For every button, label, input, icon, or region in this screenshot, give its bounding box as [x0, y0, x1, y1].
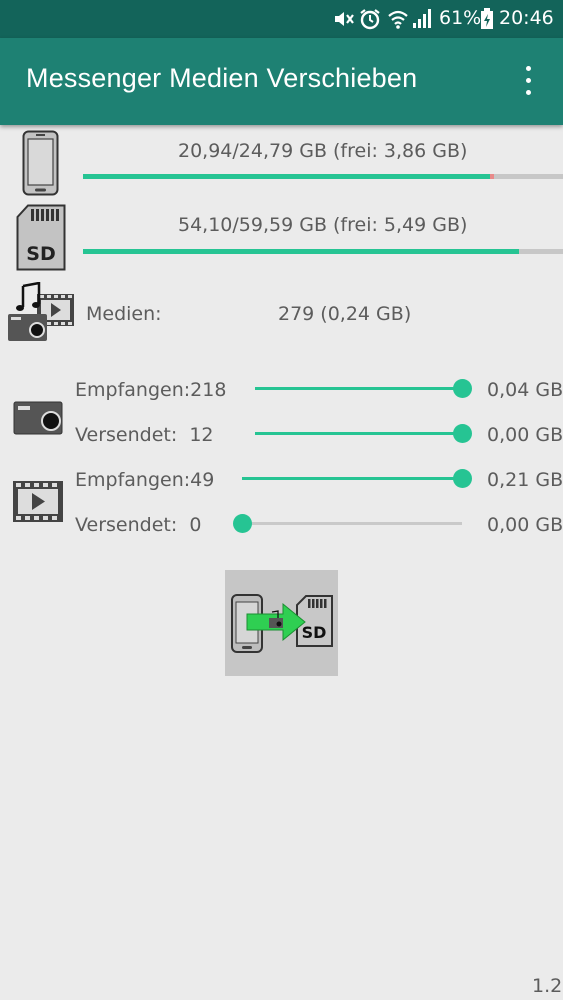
media-label: Medien: [86, 303, 162, 325]
signal-icon [413, 9, 431, 28]
svg-text:SD: SD [302, 623, 327, 642]
sd-storage-bar [83, 249, 563, 254]
app-toolbar: Messenger Medien Verschieben [0, 38, 563, 125]
app-title: Messenger Medien Verschieben [26, 63, 418, 93]
wifi-icon [388, 10, 408, 29]
sd-storage-label: 54,10/59,59 GB (frei: 5,49 GB) [178, 214, 468, 236]
videos-received-label: Empfangen:49 [75, 469, 215, 491]
videos-sent-size: 0,00 GB [487, 514, 563, 536]
videos-received-size: 0,21 GB [487, 469, 563, 491]
images-sent-label: Versendet: 12 [75, 424, 214, 446]
sd-storage-used [83, 249, 519, 254]
internal-storage-marker [489, 174, 495, 179]
battery-percent: 61% [439, 7, 482, 29]
more-vert-icon[interactable] [517, 64, 541, 98]
clock: 20:46 [499, 7, 554, 29]
internal-storage-label: 20,94/24,79 GB (frei: 3,86 GB) [178, 140, 468, 162]
internal-storage-used [83, 174, 490, 179]
images-received-slider[interactable] [255, 379, 472, 398]
videos-sent-slider-thumb[interactable] [233, 514, 252, 533]
media-icon [8, 282, 74, 341]
videos-received-slider-fill [242, 477, 462, 480]
camera-icon [13, 401, 63, 435]
images-sent-slider[interactable] [255, 424, 472, 443]
videos-received-slider[interactable] [242, 469, 472, 488]
battery-icon [481, 8, 493, 29]
svg-text:SD: SD [26, 243, 55, 265]
move-to-sd-icon: SD [231, 594, 333, 653]
app-version: 1.2 [532, 975, 563, 997]
mute-icon [335, 12, 354, 26]
move-to-sd-button[interactable]: SD [225, 570, 338, 676]
images-sent-slider-thumb[interactable] [453, 424, 472, 443]
images-sent-size: 0,00 GB [487, 424, 563, 446]
images-received-slider-fill [255, 387, 462, 390]
status-bar: 61% 20:46 [0, 0, 563, 38]
images-received-label: Empfangen:218 [75, 379, 227, 401]
sd-card-icon: SD [16, 204, 66, 271]
videos-sent-label: Versendet: 0 [75, 514, 202, 536]
images-received-size: 0,04 GB [487, 379, 563, 401]
videos-received-slider-thumb[interactable] [453, 469, 472, 488]
internal-storage-bar [83, 174, 563, 179]
media-value: 279 (0,24 GB) [278, 303, 412, 325]
images-received-slider-thumb[interactable] [453, 379, 472, 398]
videos-sent-slider[interactable] [233, 514, 462, 533]
alarm-icon [360, 9, 380, 30]
phone-icon [22, 130, 59, 196]
video-film-icon [13, 481, 63, 522]
images-sent-slider-fill [255, 432, 462, 435]
